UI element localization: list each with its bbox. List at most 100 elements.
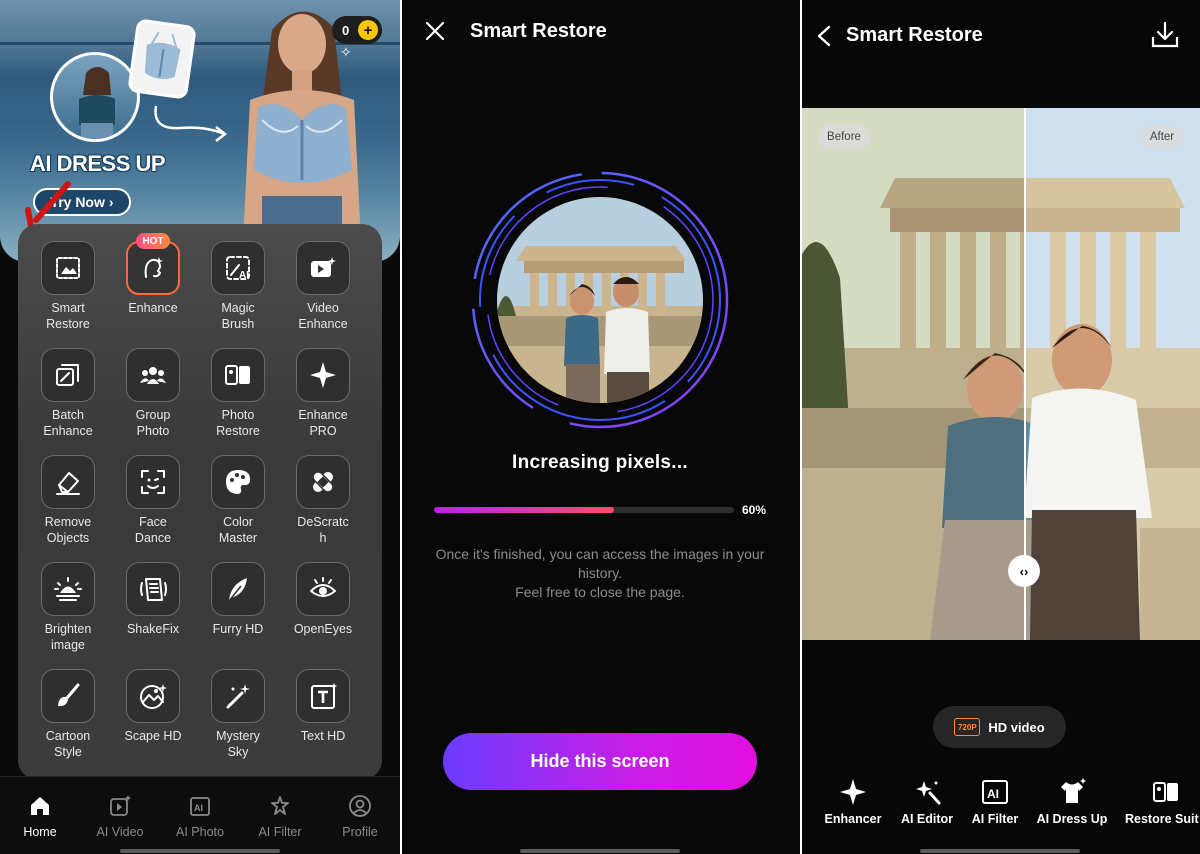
- tool-label: Brighten image: [44, 622, 92, 652]
- magic-brush-icon: AI: [211, 241, 265, 295]
- processing-ring: [471, 171, 729, 429]
- home-indicator: [120, 849, 280, 853]
- nav-ai-video[interactable]: AI Video: [80, 793, 160, 839]
- tool-smart-restore[interactable]: Smart Restore: [28, 241, 108, 332]
- tool-color-master[interactable]: Color Master: [198, 455, 278, 546]
- close-icon[interactable]: [424, 20, 446, 42]
- add-coins-icon[interactable]: +: [358, 20, 378, 40]
- tool-label: Enhance PRO: [298, 408, 348, 438]
- restored-photo: [800, 108, 1200, 640]
- home-indicator: [520, 849, 680, 853]
- tool-label: Smart Restore: [46, 301, 90, 331]
- tool-label: Enhance: [128, 301, 178, 315]
- hd-video-button[interactable]: 720P HD video: [933, 706, 1066, 748]
- before-after-comparison[interactable]: [800, 108, 1200, 640]
- chevron-right-icon: ›: [108, 194, 114, 210]
- tool-group-photo[interactable]: Group Photo: [113, 348, 193, 439]
- tool-batch-enhance[interactable]: Batch Enhance: [28, 348, 108, 439]
- shake-fix-icon: [126, 562, 180, 616]
- progress-percent: 60%: [742, 503, 767, 517]
- video-enhance-icon: [296, 241, 350, 295]
- hd-video-label: HD video: [988, 719, 1045, 735]
- tool-brighten-image[interactable]: Brighten image: [28, 562, 108, 653]
- tool-label: OpenEyes: [293, 622, 353, 636]
- tools-grid: Smart Restore Enhance AI Magic Brush Video E…: [18, 224, 382, 780]
- tool-restore-suit[interactable]: Restore Suit: [1125, 776, 1200, 826]
- photo-restore-icon: [211, 348, 265, 402]
- nav-label: Profile: [342, 825, 378, 839]
- back-arrow-icon[interactable]: [814, 24, 834, 48]
- ai-video-icon: [80, 793, 160, 819]
- tool-furry-hd[interactable]: Furry HD: [198, 562, 278, 637]
- nav-ai-photo[interactable]: AI AI Photo: [160, 793, 240, 839]
- eye-icon: [296, 562, 350, 616]
- tool-label: Remove Objects: [44, 515, 92, 545]
- tool-enhance-pro[interactable]: Enhance PRO: [283, 348, 363, 439]
- tool-label: Batch Enhance: [43, 408, 93, 438]
- nav-label: AI Video: [96, 825, 144, 839]
- hide-screen-button[interactable]: Hide this screen: [443, 733, 757, 790]
- tool-text-hd[interactable]: Text HD: [283, 669, 363, 744]
- enhance-face-icon: [126, 241, 180, 295]
- compare-slider-handle[interactable]: ‹›: [1008, 555, 1040, 587]
- ai-photo-icon: AI: [160, 793, 240, 819]
- tool-remove-objects[interactable]: Remove Objects: [28, 455, 108, 546]
- palette-icon: [211, 455, 265, 509]
- nav-label: AI Filter: [258, 825, 302, 839]
- tool-label: Restore Suit: [1125, 812, 1199, 826]
- tool-scape-hd[interactable]: Scape HD: [113, 669, 193, 744]
- banner-title: AI DRESS UP: [30, 151, 166, 176]
- image-restore-icon: [41, 241, 95, 295]
- after-label: After: [1141, 125, 1183, 149]
- nav-ai-filter[interactable]: AI Filter: [240, 793, 320, 839]
- tool-mystery-sky[interactable]: Mystery Sky: [198, 669, 278, 760]
- tool-label: DeScratc h: [297, 515, 349, 545]
- tool-photo-restore[interactable]: Photo Restore: [198, 348, 278, 439]
- sparkle-icon: [296, 348, 350, 402]
- tool-label: Cartoon Style: [45, 729, 91, 759]
- svg-text:AI: AI: [987, 787, 999, 801]
- eraser-icon: [41, 455, 95, 509]
- landscape-icon: [126, 669, 180, 723]
- tool-cartoon-style[interactable]: Cartoon Style: [28, 669, 108, 760]
- nav-home[interactable]: Home: [0, 793, 80, 839]
- coin-balance[interactable]: 0 +: [332, 16, 382, 44]
- before-thumbnail: [50, 52, 140, 142]
- tool-video-enhance[interactable]: Video Enhance: [283, 241, 363, 332]
- sunrise-icon: [41, 562, 95, 616]
- svg-text:AI: AI: [239, 270, 249, 281]
- paintbrush-icon: [41, 669, 95, 723]
- info-line-1: Once it's finished, you can access the i…: [435, 546, 765, 581]
- progress-fill: [434, 507, 614, 513]
- sparkle-icon: ✧: [340, 44, 352, 60]
- nav-profile[interactable]: Profile: [320, 793, 400, 839]
- text-hd-icon: [296, 669, 350, 723]
- chevron-left-right-icon: ‹›: [1019, 563, 1029, 579]
- page-title: Smart Restore: [470, 20, 607, 42]
- before-label: Before: [818, 125, 870, 149]
- panel-divider: [400, 0, 402, 854]
- tool-label: Furry HD: [212, 622, 264, 636]
- tool-label: Magic Brush: [221, 301, 255, 331]
- tool-descratc-h[interactable]: DeScratc h: [283, 455, 363, 546]
- tool-face-dance[interactable]: Face Dance: [113, 455, 193, 546]
- magic-wand-icon: [211, 669, 265, 723]
- tool-shakefix[interactable]: ShakeFix: [113, 562, 193, 637]
- ai-filter-icon: [240, 793, 320, 819]
- home-indicator: [920, 849, 1080, 853]
- tool-label: Group Photo: [135, 408, 171, 438]
- info-line-2: Feel free to close the page.: [515, 584, 685, 600]
- tool-openeyes[interactable]: OpenEyes: [283, 562, 363, 637]
- tool-magic-brush[interactable]: AI Magic Brush: [198, 241, 278, 332]
- progress-bar: [434, 507, 734, 513]
- hd-badge-icon: 720P: [954, 718, 981, 736]
- tool-ai-dress-up[interactable]: AI Dress Up: [1027, 776, 1117, 826]
- hot-badge: HOT: [136, 233, 170, 249]
- top-garment-card: [127, 18, 197, 100]
- status-text: Increasing pixels...: [511, 452, 689, 473]
- tool-enhance[interactable]: Enhance: [113, 241, 193, 316]
- download-icon[interactable]: [1150, 20, 1180, 50]
- nav-label: AI Photo: [176, 825, 224, 839]
- tool-label: Scape HD: [124, 729, 182, 743]
- nav-label: Home: [23, 825, 57, 839]
